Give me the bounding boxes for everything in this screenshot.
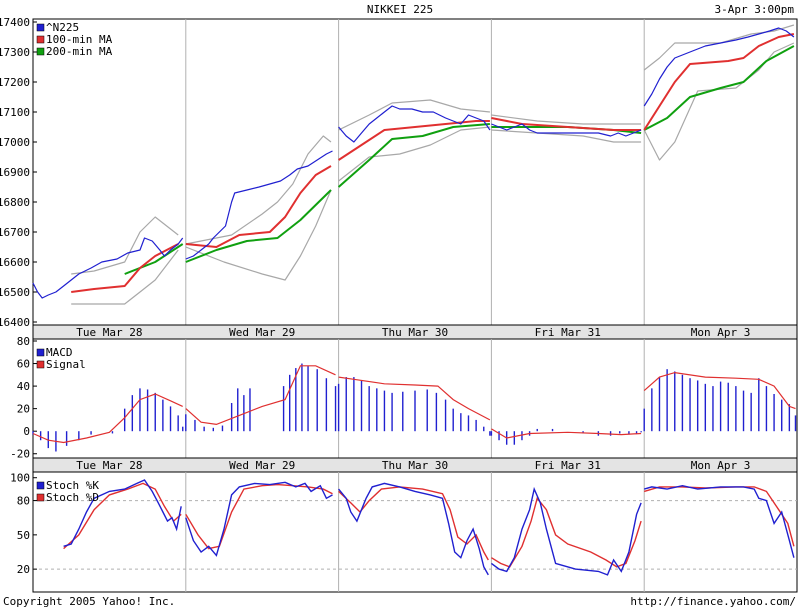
y-tick-label: 17000	[0, 136, 30, 149]
y-tick-label: 40	[17, 380, 30, 393]
y-tick-label: 17300	[0, 46, 30, 59]
y-tick-label: 50	[17, 529, 30, 542]
legend-swatch	[36, 481, 45, 490]
y-tick-label: 16600	[0, 256, 30, 269]
y-tick-label: 100	[10, 472, 30, 485]
legend-label: 200-min MA	[46, 45, 113, 58]
y-tick-label: 16400	[0, 316, 30, 329]
price-panel-frame	[32, 18, 798, 326]
y-tick-label: 60	[17, 358, 30, 371]
series--n225	[32, 27, 795, 299]
y-tick-label: 80	[17, 495, 30, 508]
legend-swatch	[36, 23, 45, 32]
series-lower-band	[71, 42, 795, 305]
y-tick-label: 16700	[0, 226, 30, 239]
day-label: Wed Mar 29	[229, 326, 295, 339]
series-100-min-ma	[71, 33, 795, 293]
legend-swatch	[36, 348, 45, 357]
source-url: http://finance.yahoo.com/	[630, 595, 796, 608]
day-label: Fri Mar 31	[535, 459, 601, 472]
day-label: Mon Apr 3	[691, 326, 751, 339]
y-tick-label: 16500	[0, 286, 30, 299]
y-tick-label: 20	[17, 403, 30, 416]
legend-swatch	[36, 47, 45, 56]
y-tick-label: 17200	[0, 76, 30, 89]
day-label: Mon Apr 3	[691, 459, 751, 472]
day-label: Thu Mar 30	[382, 459, 448, 472]
nikkei-chart: NIKKEI 225 3-Apr 3:00pm Copyright 2005 Y…	[0, 3, 798, 608]
legend-swatch	[36, 360, 45, 369]
y-tick-label: 80	[17, 335, 30, 348]
series-200-min-ma	[124, 45, 795, 275]
copyright-text: Copyright 2005 Yahoo! Inc.	[3, 595, 175, 608]
chart-title: NIKKEI 225	[367, 3, 433, 16]
y-tick-label: 0	[23, 425, 30, 438]
day-label: Tue Mar 28	[76, 459, 142, 472]
y-tick-label: 17400	[0, 16, 30, 29]
legend-swatch	[36, 35, 45, 44]
chart-timestamp: 3-Apr 3:00pm	[715, 3, 795, 16]
y-tick-label: 16900	[0, 166, 30, 179]
legend-label: Stoch %D	[46, 491, 99, 504]
day-label: Tue Mar 28	[76, 326, 142, 339]
y-tick-label: 20	[17, 563, 30, 576]
day-label: Wed Mar 29	[229, 459, 295, 472]
y-tick-label: 16800	[0, 196, 30, 209]
stoch-k-line	[63, 479, 795, 576]
legend-label: Signal	[46, 358, 86, 371]
series-upper-band	[71, 24, 795, 275]
stoch-panel-frame	[32, 471, 798, 593]
chart-page: NIKKEI 225 3-Apr 3:00pm Copyright 2005 Y…	[0, 0, 800, 608]
y-tick-label: -20	[10, 448, 30, 461]
day-label: Thu Mar 30	[382, 326, 448, 339]
stoch-d-line	[63, 482, 795, 568]
y-tick-label: 17100	[0, 106, 30, 119]
day-label: Fri Mar 31	[535, 326, 601, 339]
legend-swatch	[36, 493, 45, 502]
